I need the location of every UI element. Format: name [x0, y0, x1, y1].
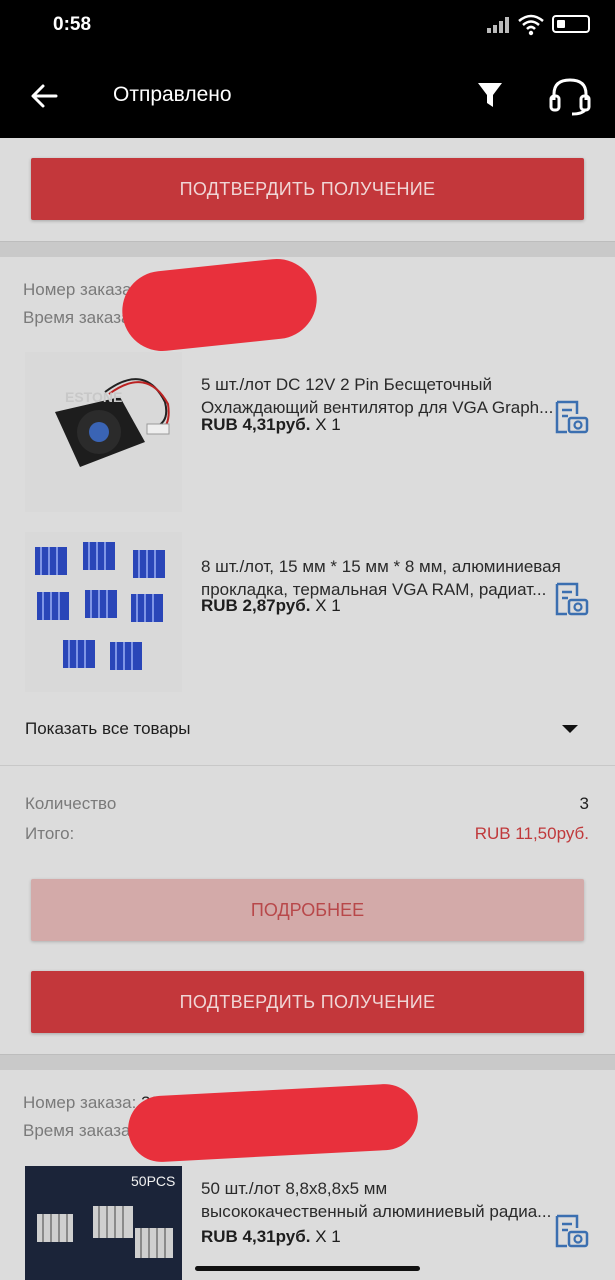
card-separator: [0, 241, 615, 257]
status-bar: 0:58: [0, 0, 615, 52]
order-card: Номер заказа: 30 Время заказа 50PCS: [0, 1070, 615, 1280]
chevron-down-icon[interactable]: [562, 725, 578, 733]
orders-list[interactable]: ПОДТВЕРДИТЬ ПОЛУЧЕНИЕ Номер заказа: 3004…: [0, 138, 615, 1280]
status-time: 0:58: [53, 14, 92, 35]
quantity-label: Количество: [25, 794, 117, 813]
redaction-mark: [126, 1082, 420, 1164]
aluminium-heatsinks-image: 50PCS: [25, 1166, 182, 1280]
home-indicator[interactable]: [195, 1266, 420, 1271]
image-caption-text: 50PCS: [131, 1173, 175, 1189]
order-card: Номер заказа: 300469 Время заказа ESTONE…: [0, 255, 615, 1054]
review-photo-icon[interactable]: [553, 400, 589, 436]
product-image-heatsink-50pcs[interactable]: 50PCS: [25, 1166, 182, 1280]
product-name[interactable]: 5 шт./лот DC 12V 2 Pin Бесщеточный Охлаж…: [201, 373, 596, 419]
confirm-receipt-button[interactable]: ПОДТВЕРДИТЬ ПОЛУЧЕНИЕ: [31, 158, 584, 220]
order-time: Время заказа: [23, 1121, 131, 1140]
wifi-icon: [518, 14, 544, 36]
product-price: RUB 4,31руб. X 1: [201, 415, 341, 434]
headset-support-icon[interactable]: [548, 76, 592, 116]
product-name[interactable]: 50 шт./лот 8,8x8,8x5 мм высококачественн…: [201, 1177, 596, 1223]
watermark-text: ESTONE: [65, 389, 122, 405]
divider: [0, 765, 615, 766]
total-label: Итого:: [25, 824, 75, 843]
details-button[interactable]: ПОДРОБНЕЕ: [31, 879, 584, 941]
review-photo-icon[interactable]: [553, 1214, 589, 1250]
order-card-previous: ПОДТВЕРДИТЬ ПОЛУЧЕНИЕ: [0, 138, 615, 241]
filter-icon[interactable]: [476, 80, 504, 110]
app-bar: Отправлено: [0, 52, 615, 138]
total-value: RUB 11,50руб.: [474, 824, 589, 843]
heatsinks-image: [25, 532, 182, 692]
product-image-fan[interactable]: ESTONE: [25, 352, 182, 512]
order-time: Время заказа: [23, 308, 131, 327]
redaction-mark: [118, 255, 321, 355]
cooling-fan-image: ESTONE: [25, 352, 182, 512]
battery-icon: [552, 15, 590, 33]
signal-icon: [487, 17, 509, 33]
review-photo-icon[interactable]: [553, 582, 589, 618]
product-price: RUB 4,31руб. X 1: [201, 1227, 341, 1246]
product-price: RUB 2,87руб. X 1: [201, 596, 341, 615]
quantity-value: 3: [579, 794, 589, 813]
card-separator: [0, 1054, 615, 1070]
product-name[interactable]: 8 шт./лот, 15 мм * 15 мм * 8 мм, алюмини…: [201, 555, 596, 601]
page-title: Отправлено: [113, 83, 232, 106]
product-image-heatsink[interactable]: [25, 532, 182, 692]
show-all-items-toggle[interactable]: Показать все товары: [25, 719, 191, 739]
confirm-receipt-button[interactable]: ПОДТВЕРДИТЬ ПОЛУЧЕНИЕ: [31, 971, 584, 1033]
back-arrow-icon[interactable]: [28, 80, 60, 112]
